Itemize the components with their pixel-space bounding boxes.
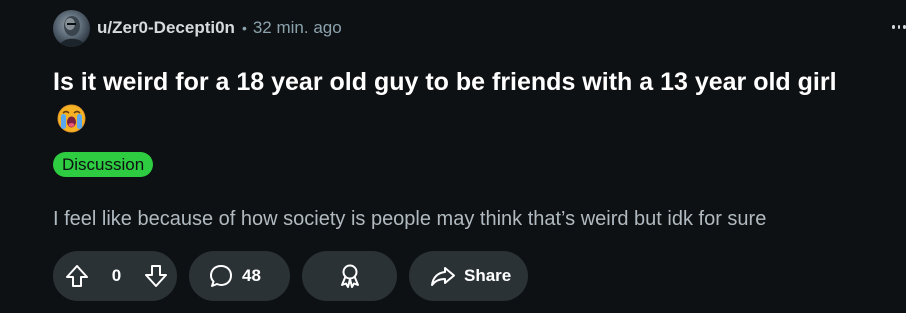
crying-face-emoji-icon <box>57 104 86 133</box>
post-action-bar: 0 48 Share <box>53 251 528 301</box>
meta-separator: • <box>241 20 247 36</box>
award-button[interactable] <box>302 251 397 301</box>
author-username[interactable]: u/Zer0-Decepti0n <box>97 18 235 38</box>
comments-button[interactable]: 48 <box>189 251 290 301</box>
comment-count: 48 <box>242 266 261 285</box>
arrow-up-icon[interactable] <box>64 263 90 289</box>
post-timestamp: 32 min. ago <box>252 18 342 37</box>
vote-count: 0 <box>111 266 122 285</box>
post-meta: u/Zer0-Decepti0n • 32 min. ago <box>53 9 342 47</box>
share-arrow-icon <box>430 263 456 289</box>
more-dots-icon[interactable] <box>892 19 906 35</box>
post-title[interactable]: Is it weird for a 18 year old guy to be … <box>53 63 906 101</box>
avatar[interactable] <box>53 9 90 47</box>
speech-bubble-icon <box>208 263 234 289</box>
arrow-down-icon[interactable] <box>143 263 169 289</box>
share-label: Share <box>464 266 512 285</box>
share-button[interactable]: Share <box>409 251 528 301</box>
flair-badge[interactable]: Discussion <box>53 152 154 177</box>
post-card: u/Zer0-Decepti0n • 32 min. ago Is it wei… <box>0 0 906 313</box>
vote-group: 0 <box>53 251 177 301</box>
award-ribbon-icon <box>337 263 363 289</box>
post-body: I feel like because of how society is pe… <box>53 208 767 230</box>
